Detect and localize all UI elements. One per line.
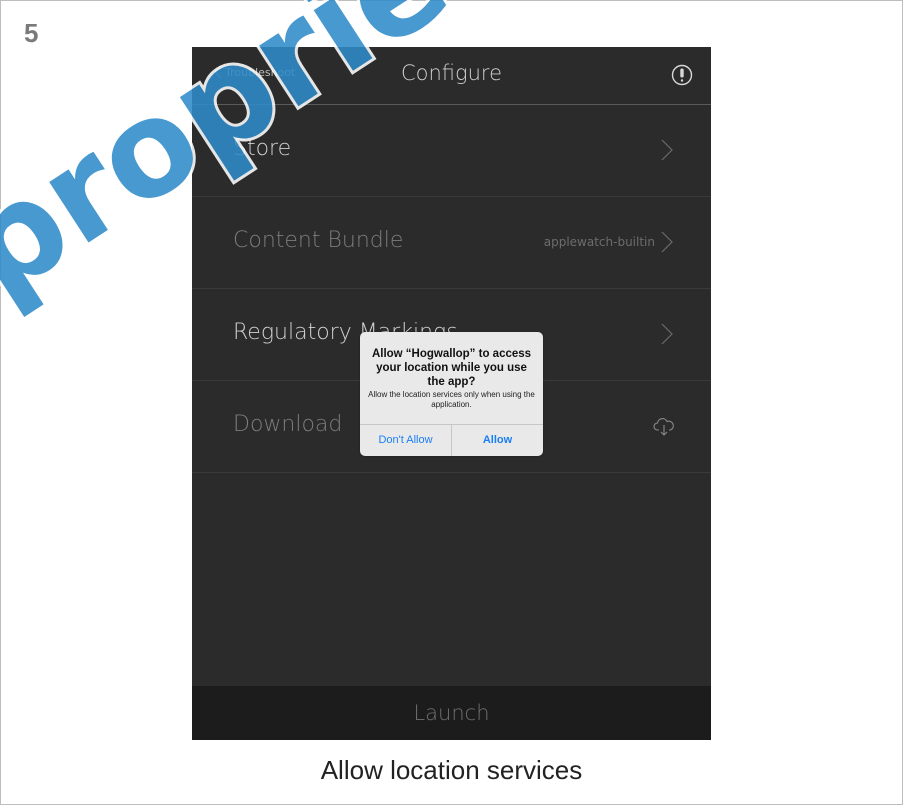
row-content-bundle[interactable]: Content Bundle applewatch-builtin xyxy=(192,197,711,289)
info-icon[interactable] xyxy=(671,64,693,86)
dont-allow-button[interactable]: Don't Allow xyxy=(360,425,451,456)
row-label: Download xyxy=(233,412,343,437)
chevron-right-icon xyxy=(661,231,673,253)
row-store[interactable]: Store xyxy=(192,105,711,197)
launch-button[interactable]: Launch xyxy=(192,686,711,740)
figure-caption: Allow location services xyxy=(320,755,583,785)
step-number: 5 xyxy=(24,18,39,48)
location-permission-alert: Allow “Hogwallop” to access your locatio… xyxy=(360,332,543,456)
row-label: Content Bundle xyxy=(233,228,404,253)
row-label: Store xyxy=(233,136,292,161)
cloud-download-icon xyxy=(653,418,674,436)
chevron-right-icon xyxy=(661,139,673,161)
chevron-right-icon xyxy=(661,323,673,345)
alert-title: Allow “Hogwallop” to access your locatio… xyxy=(371,348,532,388)
alert-button-row: Don't Allow Allow xyxy=(360,424,543,456)
navigation-bar: Troubleshoot Configure xyxy=(192,47,711,105)
row-detail: applewatch-builtin xyxy=(543,235,655,249)
allow-button[interactable]: Allow xyxy=(451,425,543,456)
page-title: Configure xyxy=(400,61,503,85)
alert-message: Allow the location services only when us… xyxy=(368,390,535,409)
